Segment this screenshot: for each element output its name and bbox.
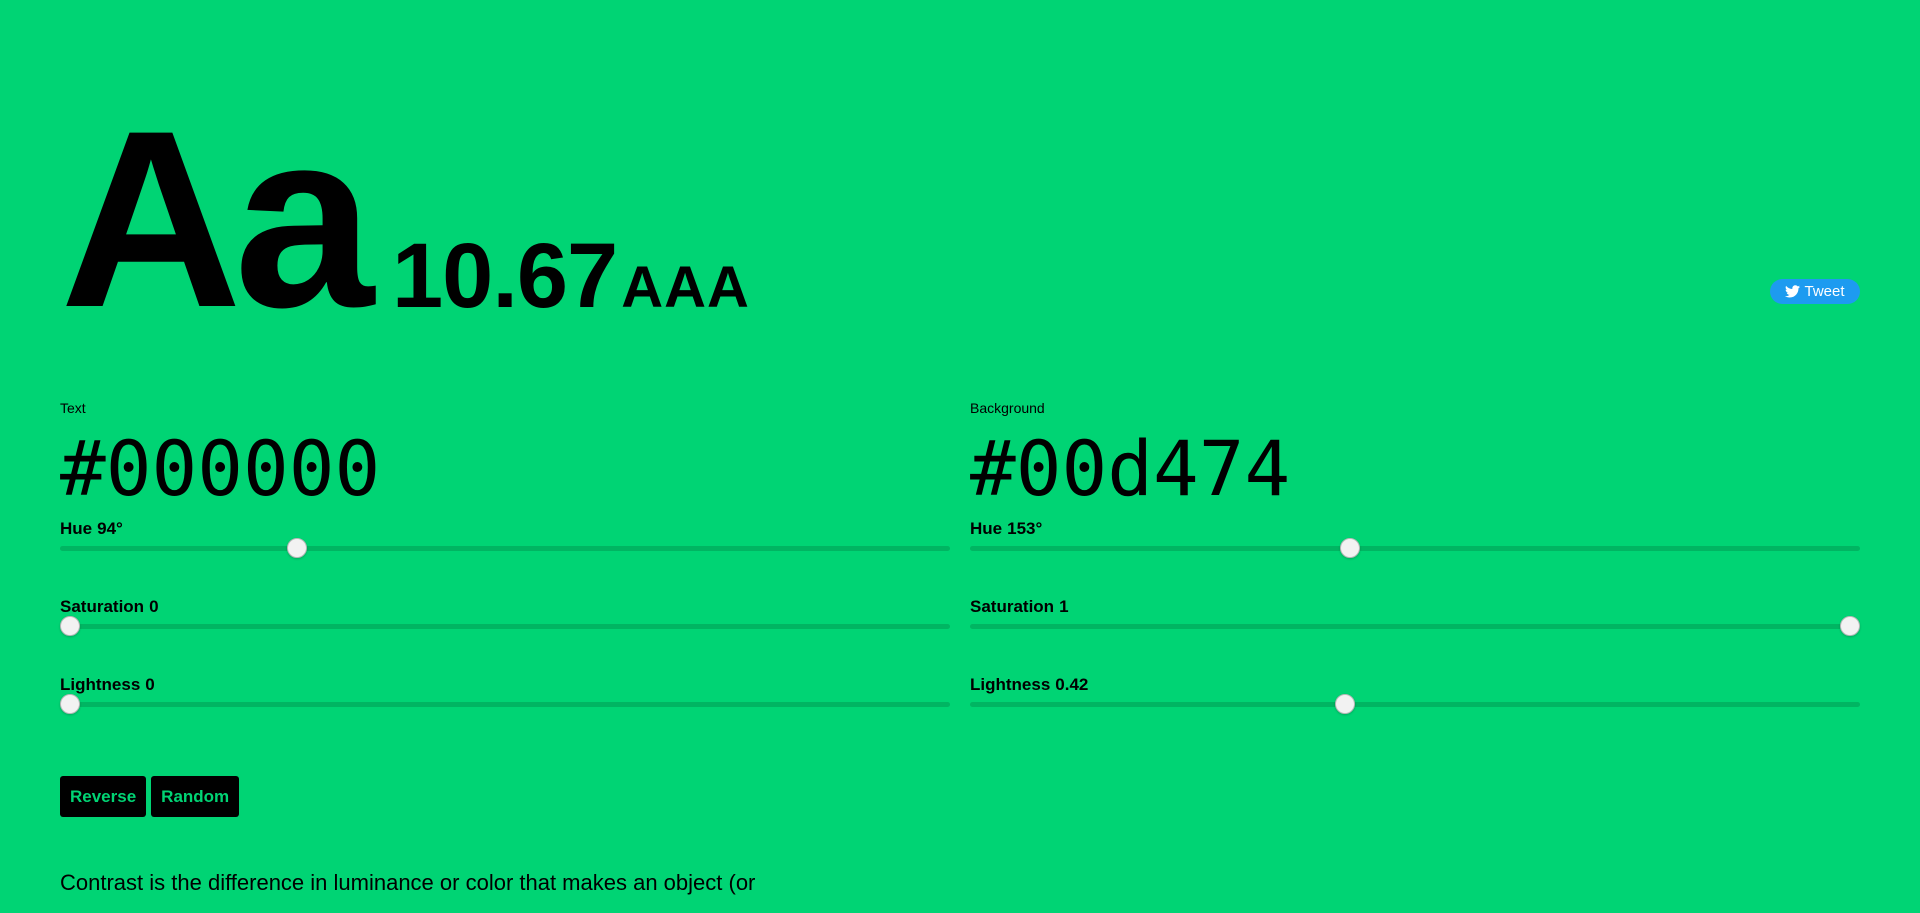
background-hex-input[interactable] — [970, 427, 1860, 511]
background-lightness-value: 0.42 — [1055, 675, 1089, 694]
wcag-level-badge: AAA — [621, 255, 750, 320]
background-hue-control: Hue 153° — [970, 511, 1860, 589]
text-lightness-label: Lightness — [60, 675, 141, 694]
text-hue-value: 94° — [97, 519, 123, 538]
text-saturation-control: Saturation 0 — [60, 589, 950, 667]
background-saturation-control: Saturation 1 — [970, 589, 1860, 667]
reverse-button[interactable]: Reverse — [60, 776, 147, 817]
contrast-ratio: 10.67 — [392, 225, 618, 327]
text-hue-slider[interactable] — [60, 538, 950, 558]
background-saturation-slider[interactable] — [970, 616, 1860, 636]
text-saturation-thumb[interactable] — [60, 616, 80, 636]
text-hue-control: Hue 94° — [60, 511, 950, 589]
background-saturation-value: 1 — [1059, 597, 1069, 616]
text-sample: Aa — [60, 79, 374, 360]
background-hue-value: 153° — [1007, 519, 1043, 538]
tweet-button[interactable]: Tweet — [1770, 279, 1860, 304]
twitter-bird-icon — [1785, 285, 1801, 298]
text-saturation-label: Saturation — [60, 597, 145, 616]
text-saturation-value: 0 — [149, 597, 159, 616]
background-lightness-thumb[interactable] — [1335, 694, 1356, 714]
text-color-label: Text — [60, 400, 86, 416]
background-hue-label: Hue — [970, 519, 1003, 538]
page: { "colors": { "text": "#000000", "backgr… — [0, 0, 1920, 913]
text-saturation-slider[interactable] — [60, 616, 950, 636]
text-lightness-slider[interactable] — [60, 694, 950, 714]
background-color-label: Background — [970, 400, 1045, 416]
background-saturation-label: Saturation — [970, 597, 1055, 616]
text-hue-thumb[interactable] — [287, 538, 308, 558]
action-buttons: Reverse Random — [60, 776, 240, 817]
text-lightness-control: Lightness 0 — [60, 667, 950, 745]
text-hue-label: Hue — [60, 519, 93, 538]
background-lightness-control: Lightness 0.42 — [970, 667, 1860, 745]
text-lightness-value: 0 — [145, 675, 155, 694]
text-hex-input[interactable] — [60, 427, 950, 511]
text-color-panel: Text Hue94° Saturation0 Lightness0 — [60, 399, 950, 745]
contrast-result: 10.67AAA — [392, 230, 750, 322]
random-button[interactable]: Random — [151, 776, 240, 817]
contrast-description: Contrast is the difference in luminance … — [60, 870, 756, 895]
background-saturation-thumb[interactable] — [1840, 616, 1860, 636]
background-lightness-label: Lightness — [970, 675, 1051, 694]
background-hue-thumb[interactable] — [1339, 538, 1360, 558]
contrast-preview: Aa 10.67AAA — [60, 94, 1860, 346]
background-hue-slider[interactable] — [970, 538, 1860, 558]
tweet-label: Tweet — [1804, 283, 1845, 300]
text-lightness-thumb[interactable] — [60, 694, 80, 714]
background-color-panel: Background Hue153° Saturation1 Lightness… — [970, 399, 1860, 745]
background-lightness-slider[interactable] — [970, 694, 1860, 714]
